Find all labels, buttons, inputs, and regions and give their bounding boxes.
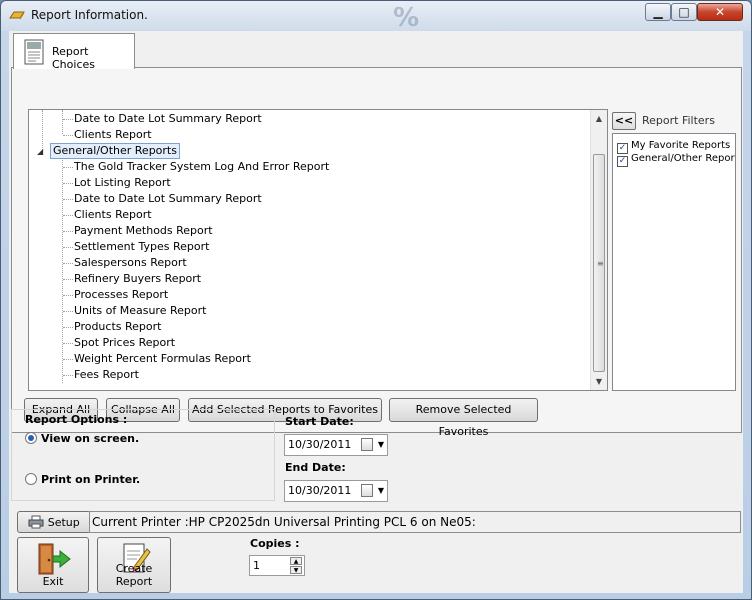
start-date-value: 10/30/2011 — [288, 438, 352, 451]
dropdown-arrow-icon: ▼ — [377, 440, 384, 449]
copies-value: 1 — [253, 559, 260, 572]
filter-item-favorites[interactable]: ✓ My Favorite Reports — [617, 139, 731, 154]
grip-icon: ≡ — [597, 259, 604, 268]
setup-button[interactable]: Setup — [17, 511, 91, 533]
start-date-picker[interactable]: 10/30/2011 ▼ — [284, 434, 388, 456]
collapse-triangle-icon[interactable]: ◢ — [37, 144, 43, 160]
window-title: Report Information. — [31, 8, 148, 22]
minimize-icon: ▁ — [653, 5, 663, 19]
percent-decor-icon: % — [393, 3, 420, 33]
tree-scrollbar[interactable]: ▲ ≡ ▼ — [590, 110, 607, 390]
create-report-label: Create Report — [115, 562, 153, 588]
calendar-icon — [361, 484, 373, 497]
close-button[interactable]: ✕ — [697, 3, 743, 21]
copies-label: Copies : — [250, 537, 300, 550]
scroll-up-icon[interactable]: ▲ — [591, 110, 607, 127]
tab-report-choices[interactable]: Report Choices — [13, 33, 135, 71]
radio-selected-icon — [25, 432, 37, 444]
tree-item-label: Payment Methods Report — [74, 224, 213, 237]
close-icon: ✕ — [714, 5, 726, 19]
printer-icon — [28, 515, 44, 529]
client-area: Report Choices Date to Date Lot Summary … — [9, 31, 743, 593]
exit-door-icon — [38, 543, 71, 575]
filter-item-label: My Favorite Reports — [631, 140, 731, 151]
report-filters-panel: << Report Filters ✓ My Favorite Reports ✓… — [612, 109, 736, 391]
calendar-icon — [361, 438, 373, 451]
document-icon — [24, 39, 44, 65]
tree-item-label: Clients Report — [74, 208, 152, 221]
view-on-screen-radio[interactable]: View on screen. — [25, 431, 139, 447]
title-bar[interactable]: Report Information. % ▁ □ ✕ — [1, 1, 751, 33]
tree-item-label: Settlement Types Report — [74, 240, 210, 253]
tree-item-label: Lot Listing Report — [74, 176, 171, 189]
tree-item-label: Weight Percent Formulas Report — [74, 352, 251, 365]
gold-bar-icon — [9, 11, 25, 20]
tree-item-label: Date to Date Lot Summary Report — [74, 112, 262, 125]
end-date-value: 10/30/2011 — [288, 484, 352, 497]
report-information-window: Report Information. % ▁ □ ✕ Report Choic… — [0, 0, 752, 600]
tree-item-label: Salespersons Report — [74, 256, 187, 269]
filters-title: Report Filters — [642, 114, 715, 127]
scroll-thumb[interactable]: ≡ — [593, 154, 605, 372]
tab-label: Report Choices — [52, 45, 95, 71]
filter-item-general-other[interactable]: ✓ General/Other Reports — [617, 152, 736, 167]
maximize-button[interactable]: □ — [671, 3, 697, 21]
radio-unselected-icon — [25, 473, 37, 485]
end-date-picker[interactable]: 10/30/2011 ▼ — [284, 480, 388, 502]
maximize-icon: □ — [678, 5, 690, 19]
dropdown-arrow-icon: ▼ — [377, 486, 384, 495]
report-options-title: Report Options : — [25, 413, 128, 426]
start-date-label: Start Date: — [285, 415, 354, 428]
radio-label: Print on Printer. — [41, 473, 141, 486]
current-printer-field: Current Printer :HP CP2025dn Universal P… — [89, 511, 741, 533]
filter-item-label: General/Other Reports — [631, 153, 736, 164]
tree-item-label: Refinery Buyers Report — [74, 272, 202, 285]
tree-item-label: Fees Report — [74, 368, 139, 381]
report-tree[interactable]: Date to Date Lot Summary Report Clients … — [28, 109, 608, 391]
filter-list[interactable]: ✓ My Favorite Reports ✓ General/Other Repo… — [612, 133, 736, 391]
scroll-down-icon[interactable]: ▼ — [591, 373, 607, 390]
spin-down-icon[interactable]: ▼ — [290, 566, 302, 574]
radio-label: View on screen. — [41, 432, 140, 445]
tree-item-label: Products Report — [74, 320, 162, 333]
tree-item-label: The Gold Tracker System Log And Error Re… — [74, 160, 330, 173]
copies-stepper[interactable]: 1 ▲ ▼ — [249, 555, 305, 576]
tree-item-label: Date to Date Lot Summary Report — [74, 192, 262, 205]
tree-item-label: Spot Prices Report — [74, 336, 176, 349]
exit-button[interactable]: Exit — [17, 537, 89, 593]
create-report-button[interactable]: Create Report — [97, 537, 171, 593]
tree-item-label: Processes Report — [74, 288, 169, 301]
tree-line — [62, 110, 63, 134]
checkbox-checked-icon[interactable]: ✓ — [617, 156, 628, 167]
report-choices-panel: Date to Date Lot Summary Report Clients … — [11, 67, 742, 438]
collapse-filters-button[interactable]: << — [612, 112, 636, 130]
print-on-printer-radio[interactable]: Print on Printer. — [25, 472, 140, 488]
spin-up-icon[interactable]: ▲ — [290, 557, 302, 565]
tree-item-label: Clients Report — [74, 128, 152, 141]
end-date-label: End Date: — [285, 461, 346, 474]
minimize-button[interactable]: ▁ — [645, 3, 671, 21]
tree-item-label: Units of Measure Report — [74, 304, 207, 317]
tree-item-label: General/Other Reports — [50, 143, 180, 159]
exit-label: Exit — [42, 575, 64, 588]
tree-line — [62, 158, 63, 383]
setup-label: Setup — [47, 516, 80, 529]
remove-favorites-button[interactable]: Remove Selected Favorites — [389, 398, 538, 438]
